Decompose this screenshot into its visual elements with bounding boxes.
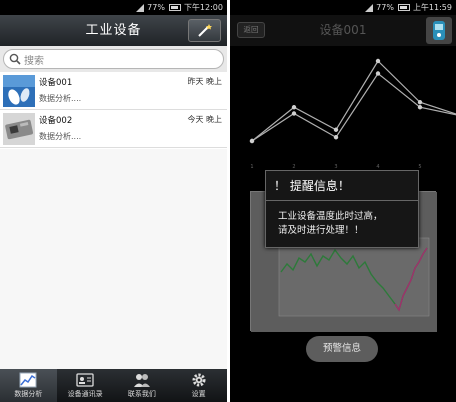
blue-device-thumb	[3, 75, 35, 107]
battery-icon	[397, 4, 410, 11]
device-name: 设备001	[39, 78, 73, 88]
search-icon	[9, 53, 21, 65]
page-title: 设备001	[319, 23, 367, 37]
device-list: 设备001 数据分析.... 昨天 晚上 设备002 数据分析.... 今天 晚…	[0, 72, 227, 148]
tab-data-analysis[interactable]: 数据分析	[0, 369, 57, 402]
battery-icon	[168, 4, 181, 11]
data-point	[417, 105, 423, 110]
signal-icon	[365, 3, 374, 12]
battery-percent: 77%	[147, 3, 165, 12]
device-list-screen: 77% 下午12:00 工业设备 搜索 设备001 数据分析.... 昨天 晚上…	[0, 0, 227, 402]
tab-label: 设备通讯录	[67, 390, 103, 398]
magic-wand-button[interactable]	[188, 19, 221, 42]
series-line-0	[251, 60, 456, 142]
device-row-001[interactable]: 设备001 数据分析.... 昨天 晚上	[0, 72, 227, 110]
device-row-002[interactable]: 设备002 数据分析.... 今天 晚上	[0, 110, 227, 148]
gear-icon	[192, 373, 206, 387]
alert-dialog: ！ 提醒信息！ 工业设备温度此时过高， 请及时进行处理！！	[265, 170, 419, 248]
data-point	[333, 127, 339, 132]
title-bar: 工业设备	[0, 15, 227, 46]
people-icon	[133, 374, 150, 387]
search-placeholder: 搜索	[24, 56, 44, 67]
clock: 下午12:00	[183, 3, 223, 12]
list-empty-area	[0, 149, 227, 369]
search-input[interactable]: 搜索	[3, 49, 224, 69]
alert-message-line-1: 工业设备温度此时过高，	[278, 211, 383, 222]
alert-message: 工业设备温度此时过高， 请及时进行处理！！	[278, 210, 410, 238]
device-desc: 数据分析....	[39, 132, 82, 141]
gray-device-thumb	[3, 113, 35, 145]
bottom-tab-bar: 数据分析 设备通讯录 联系我们 设置	[0, 369, 227, 402]
data-point	[375, 58, 381, 64]
device-time: 昨天 晚上	[187, 77, 222, 86]
tab-label: 设置	[191, 390, 206, 398]
status-bar: 77% 上午11:59	[230, 0, 456, 15]
device-button[interactable]	[426, 17, 452, 44]
data-point	[249, 138, 255, 144]
device-name: 设备002	[39, 116, 73, 126]
tab-contact-us[interactable]: 联系我们	[114, 369, 171, 402]
tab-label: 数据分析	[14, 390, 43, 398]
device-desc: 数据分析....	[39, 94, 82, 103]
device-icon	[433, 21, 445, 40]
chart-icon	[19, 372, 37, 388]
clock: 上午11:59	[412, 3, 452, 12]
title-bar: 返回 设备001	[230, 15, 456, 46]
tab-label: 联系我们	[127, 390, 156, 398]
data-point	[291, 105, 297, 110]
alert-message-line-2: 请及时进行处理！！	[278, 225, 364, 236]
signal-icon	[136, 3, 145, 12]
device-time: 今天 晚上	[187, 115, 222, 124]
alert-title: ！ 提醒信息！	[266, 171, 418, 201]
data-point	[333, 135, 339, 140]
warning-info-button[interactable]: 预警信息	[306, 336, 378, 362]
tab-settings[interactable]: 设置	[170, 369, 227, 402]
contact-card-icon	[76, 373, 94, 387]
data-point	[417, 100, 423, 105]
battery-percent: 77%	[376, 3, 394, 12]
series-line-1	[251, 72, 456, 142]
x-tick-label: 1	[250, 164, 253, 170]
device-detail-screen: 77% 上午11:59 返回 设备001 12345 ！ 提醒信息！ 工业设备温…	[230, 0, 456, 402]
tab-device-contacts[interactable]: 设备通讯录	[57, 369, 114, 402]
magic-wand-icon	[198, 24, 212, 37]
search-bar: 搜索	[0, 46, 227, 72]
status-bar: 77% 下午12:00	[0, 0, 227, 15]
data-point	[291, 111, 297, 116]
data-point	[375, 71, 381, 76]
